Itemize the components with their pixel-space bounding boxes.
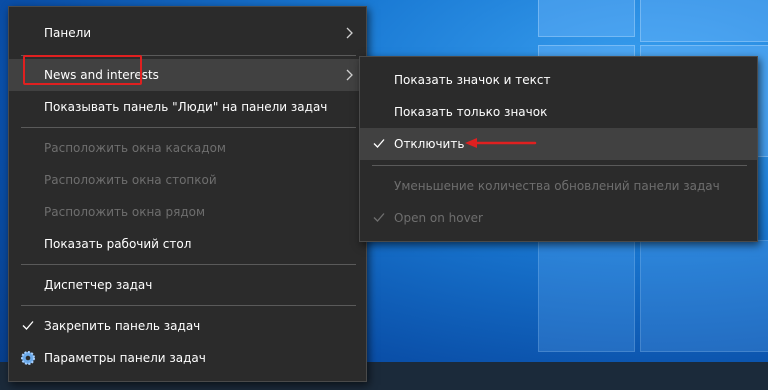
menu-item-label: Расположить окна рядом [44, 205, 206, 219]
highlight-box [23, 55, 142, 85]
check-icon [373, 139, 385, 148]
menu-item-label: Отключить [394, 137, 465, 151]
menu-item-side-by-side: Расположить окна рядом [9, 196, 366, 228]
menu-item-lock-taskbar[interactable]: Закрепить панель задач [9, 310, 366, 342]
submenu-item-turn-off[interactable]: Отключить [360, 128, 757, 160]
menu-separator [21, 127, 356, 128]
menu-item-label: Панели [44, 26, 92, 40]
menu-item-label: Параметры панели задач [44, 351, 206, 365]
menu-item-label: Расположить окна каскадом [44, 141, 226, 155]
chevron-right-icon [346, 27, 353, 39]
menu-separator [21, 305, 356, 306]
menu-separator [21, 264, 356, 265]
menu-item-label: Расположить окна стопкой [44, 173, 217, 187]
menu-item-label: Закрепить панель задач [44, 319, 201, 333]
menu-item-label: Диспетчер задач [44, 278, 153, 292]
menu-item-label: Показать значок и текст [394, 73, 551, 87]
submenu-item-reduce-updates: Уменьшение количества обновлений панели … [360, 170, 757, 202]
submenu-item-show-icon-and-text[interactable]: Показать значок и текст [360, 64, 757, 96]
check-icon [373, 213, 385, 222]
menu-item-cascade: Расположить окна каскадом [9, 132, 366, 164]
menu-item-panels[interactable]: Панели [9, 17, 366, 49]
news-and-interests-submenu: Показать значок и текст Показать только … [359, 56, 758, 242]
menu-item-task-manager[interactable]: Диспетчер задач [9, 269, 366, 301]
menu-item-label: Показать рабочий стол [44, 237, 192, 251]
menu-item-show-people[interactable]: Показывать панель "Люди" на панели задач [9, 91, 366, 123]
menu-item-taskbar-settings[interactable]: Параметры панели задач [9, 342, 366, 374]
gear-icon [21, 351, 35, 365]
menu-item-label: Показывать панель "Люди" на панели задач [44, 100, 328, 114]
menu-item-show-desktop[interactable]: Показать рабочий стол [9, 228, 366, 260]
menu-item-label: Open on hover [394, 211, 483, 225]
menu-item-label: Показать только значок [394, 105, 548, 119]
submenu-item-open-on-hover: Open on hover [360, 202, 757, 234]
red-arrow-icon [465, 138, 537, 148]
menu-separator [372, 165, 747, 166]
submenu-item-show-icon-only[interactable]: Показать только значок [360, 96, 757, 128]
menu-item-label: Уменьшение количества обновлений панели … [394, 179, 720, 193]
check-icon [22, 321, 34, 330]
chevron-right-icon [346, 69, 353, 81]
menu-item-stack: Расположить окна стопкой [9, 164, 366, 196]
